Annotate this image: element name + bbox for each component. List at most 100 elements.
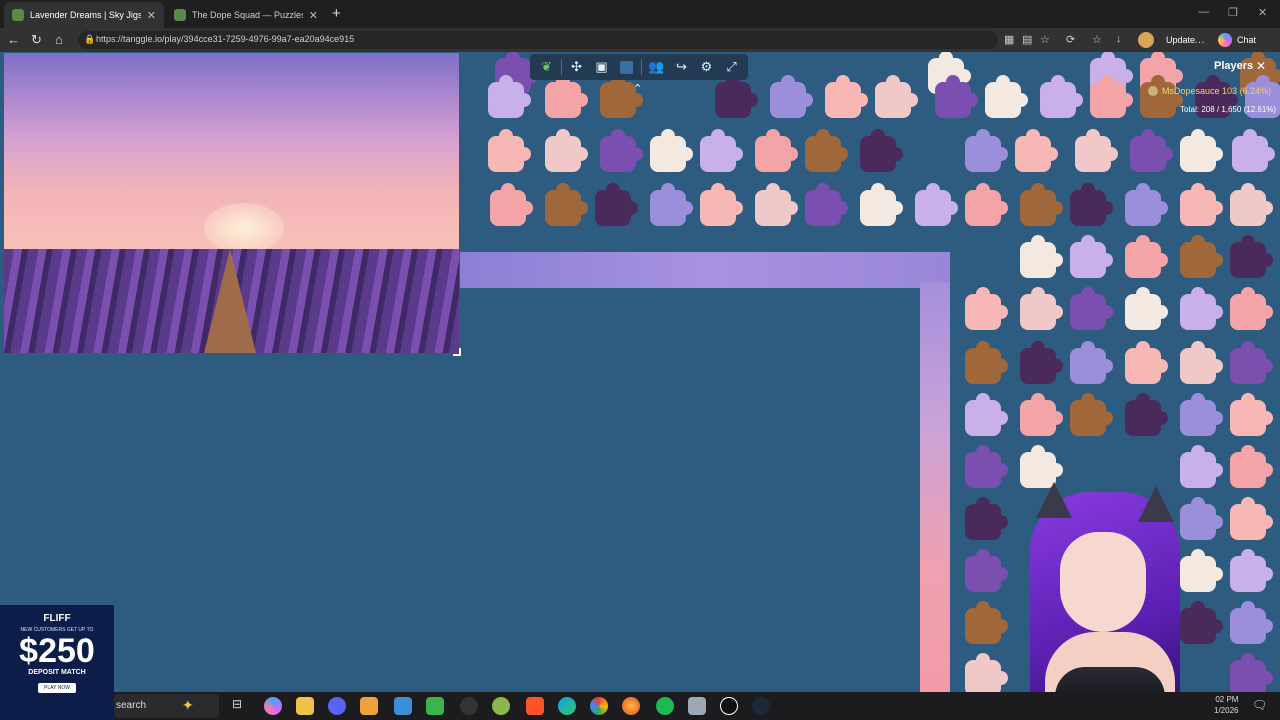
puzzle-piece[interactable] [488, 129, 531, 172]
app-icon[interactable] [360, 697, 378, 715]
puzzle-piece[interactable] [805, 129, 848, 172]
puzzle-piece[interactable] [715, 75, 758, 118]
window-close-icon[interactable]: ✕ [1258, 6, 1267, 19]
puzzle-piece[interactable] [700, 183, 743, 226]
puzzle-piece[interactable] [1075, 129, 1118, 172]
close-icon[interactable]: ✕ [309, 9, 318, 22]
puzzle-piece[interactable] [488, 75, 531, 118]
settings-icon[interactable]: ⚙ [696, 57, 717, 77]
puzzle-piece[interactable] [1125, 341, 1168, 384]
players-icon[interactable]: 👥 [646, 57, 667, 77]
copilot-icon[interactable] [264, 697, 282, 715]
puzzle-piece[interactable] [965, 549, 1008, 592]
puzzle-piece[interactable] [965, 497, 1008, 540]
tab-dope-squad[interactable]: The Dope Squad — Puzzles ✕ [166, 2, 326, 28]
puzzle-piece[interactable] [1180, 341, 1223, 384]
puzzle-piece[interactable] [1230, 549, 1273, 592]
puzzle-piece[interactable] [1070, 393, 1113, 436]
puzzle-piece[interactable] [1070, 183, 1113, 226]
puzzle-piece[interactable] [805, 183, 848, 226]
collections-icon[interactable]: ☆ [1092, 33, 1102, 46]
clock[interactable]: 02 PM 1/2026 [1214, 694, 1238, 716]
profile-avatar[interactable] [1138, 32, 1154, 48]
discord-icon[interactable] [328, 697, 346, 715]
firefox-icon[interactable] [622, 697, 640, 715]
taskbar-search[interactable]: search ✦ [114, 694, 219, 718]
puzzle-piece[interactable] [1230, 235, 1273, 278]
puzzle-piece[interactable] [965, 183, 1008, 226]
puzzle-piece[interactable] [965, 287, 1008, 330]
puzzle-piece[interactable] [545, 129, 588, 172]
maximize-icon[interactable]: ❐ [1228, 6, 1238, 19]
puzzle-piece[interactable] [1230, 341, 1273, 384]
app-icon[interactable] [426, 697, 444, 715]
puzzle-piece[interactable] [1125, 393, 1168, 436]
puzzle-piece[interactable] [965, 601, 1008, 644]
puzzle-border-top[interactable] [460, 252, 950, 288]
puzzle-piece[interactable] [755, 129, 798, 172]
puzzle-piece[interactable] [1020, 287, 1063, 330]
puzzle-border-right[interactable] [920, 282, 950, 692]
file-explorer-icon[interactable] [296, 697, 314, 715]
close-icon[interactable]: ✕ [1256, 59, 1266, 73]
puzzle-piece[interactable] [965, 653, 1008, 692]
puzzle-piece[interactable] [1040, 75, 1083, 118]
puzzle-piece[interactable] [1230, 601, 1273, 644]
puzzle-piece[interactable] [1125, 183, 1168, 226]
app-icon[interactable] [394, 697, 412, 715]
puzzle-piece[interactable] [545, 183, 588, 226]
image-preview-icon[interactable]: ▣ [591, 57, 612, 77]
puzzle-board[interactable]: ❦ ✣ ▣ 👥 ↪ ⚙ ⤢ ⌃ Players ✕ MsDopesauce 10… [0, 52, 1280, 692]
spotify-icon[interactable] [656, 697, 674, 715]
refresh-extension-icon[interactable]: ⟳ [1066, 33, 1075, 46]
puzzle-piece[interactable] [1015, 129, 1058, 172]
puzzle-piece[interactable] [860, 183, 903, 226]
puzzle-piece[interactable] [1070, 235, 1113, 278]
puzzle-piece[interactable] [755, 183, 798, 226]
back-icon[interactable]: ← [7, 32, 20, 47]
puzzle-piece[interactable] [1090, 75, 1133, 118]
puzzle-piece[interactable] [1020, 341, 1063, 384]
download-icon[interactable]: ↓ [1116, 33, 1122, 45]
puzzle-piece[interactable] [600, 75, 643, 118]
share-icon[interactable]: ↪ [671, 57, 692, 77]
puzzle-piece[interactable] [1125, 287, 1168, 330]
puzzle-piece[interactable] [965, 341, 1008, 384]
puzzle-piece[interactable] [860, 129, 903, 172]
puzzle-piece[interactable] [1230, 497, 1273, 540]
leaf-icon[interactable]: ❦ [536, 57, 557, 77]
puzzle-piece[interactable] [1230, 393, 1273, 436]
puzzle-piece[interactable] [1180, 287, 1223, 330]
notification-icon[interactable]: 🗨 [1252, 698, 1267, 712]
puzzle-piece[interactable] [1070, 287, 1113, 330]
puzzle-piece[interactable] [1180, 235, 1223, 278]
puzzle-piece[interactable] [770, 75, 813, 118]
puzzle-piece[interactable] [1020, 393, 1063, 436]
resize-handle[interactable] [453, 348, 461, 356]
tab-lavender-dreams[interactable]: Lavender Dreams | Sky Jigsaw ✕ [4, 2, 164, 28]
chrome-icon[interactable] [590, 697, 608, 715]
puzzle-piece[interactable] [1180, 393, 1223, 436]
update-button[interactable]: Update [1166, 35, 1195, 45]
reload-icon[interactable]: ↻ [31, 32, 42, 48]
apps-icon[interactable]: ▦ [1004, 33, 1014, 46]
puzzle-piece[interactable] [1180, 129, 1223, 172]
puzzle-piece[interactable] [1232, 129, 1275, 172]
puzzle-piece[interactable] [1230, 445, 1273, 488]
chat-button[interactable]: Chat [1218, 33, 1256, 47]
edge-icon[interactable] [558, 697, 576, 715]
puzzle-piece[interactable] [600, 129, 643, 172]
puzzle-piece[interactable] [935, 75, 978, 118]
reference-image[interactable] [4, 53, 459, 353]
puzzle-piece[interactable] [1130, 129, 1173, 172]
minimize-icon[interactable]: — [1198, 6, 1209, 18]
puzzle-piece[interactable] [825, 75, 868, 118]
puzzle-piece[interactable] [1020, 235, 1063, 278]
background-color-icon[interactable] [616, 57, 637, 77]
brave-icon[interactable] [526, 697, 544, 715]
puzzle-piece[interactable] [595, 183, 638, 226]
puzzle-piece[interactable] [1230, 287, 1273, 330]
app-icon[interactable] [720, 697, 738, 715]
app-icon[interactable] [688, 697, 706, 715]
edge-pieces-icon[interactable]: ✣ [566, 57, 587, 77]
